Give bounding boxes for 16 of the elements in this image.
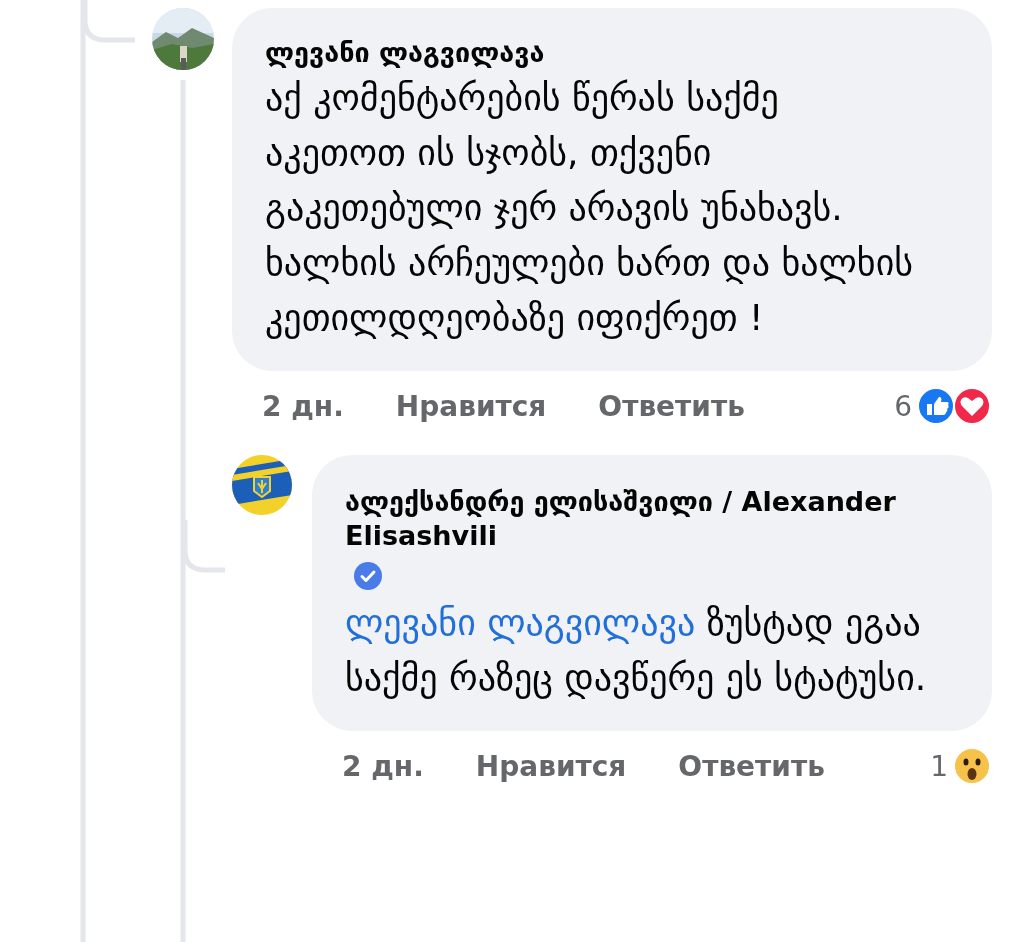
author-name[interactable]: ალექსანდრე ელისაშვილი / Alexander Elisashvili xyxy=(345,485,952,553)
reaction-count[interactable]: 1 xyxy=(930,749,948,783)
comment-text: ლევანი ლაგვილავა ზუსტად ეგაა საქმე რაზეც დავწერე ეს სტატუსი. xyxy=(345,601,928,701)
author-name[interactable]: ლევანი ლაგვილავა xyxy=(265,36,930,70)
like-icon xyxy=(916,386,956,426)
reaction-count[interactable]: 6 xyxy=(894,389,912,423)
like-link[interactable]: Нравится xyxy=(395,389,547,423)
timestamp[interactable]: 2 дн. xyxy=(342,749,424,783)
comment-text: აქ კომენტარების წერას საქმე აკეთოთ ის სჯობს, თქვენი გაკეთებული ჯერ არავის უნახავს. ხალხის არჩეულები ხართ და ხალხის კეთილდღეობაზე იფიქრეთ ! xyxy=(265,76,915,341)
surprised-face-icon xyxy=(952,746,992,786)
mention-link[interactable]: ლევანი ლაგვილავა xyxy=(345,602,696,643)
reply-link[interactable]: Ответить xyxy=(598,389,745,423)
like-link[interactable]: Нравится xyxy=(475,749,627,783)
reply-link[interactable]: Ответить xyxy=(678,749,825,783)
timestamp[interactable]: 2 дн. xyxy=(262,389,344,423)
verified-badge-icon xyxy=(353,561,383,591)
